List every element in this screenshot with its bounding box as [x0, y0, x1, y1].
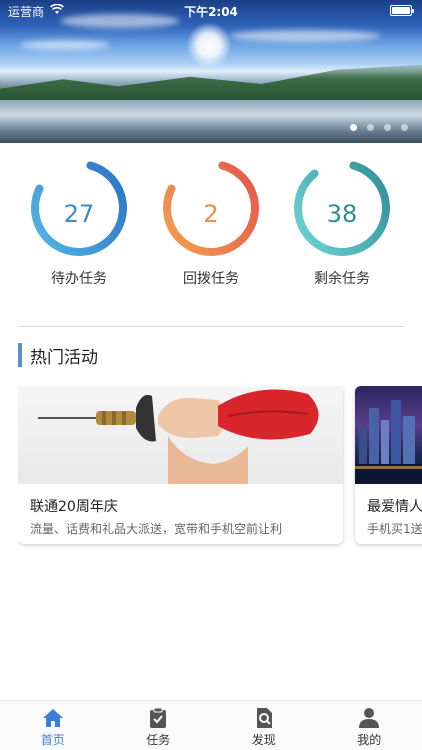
- activity-card[interactable]: 最爱情人 手机买1送: [355, 386, 422, 544]
- section-accent-bar: [18, 343, 22, 367]
- tab-home[interactable]: 首页: [0, 701, 106, 750]
- stat-callback[interactable]: 2 回拨任务: [156, 156, 266, 288]
- clipboard-icon: [150, 707, 167, 728]
- stat-remaining[interactable]: 38 剩余任务: [287, 156, 397, 288]
- banner-cloud: [20, 40, 110, 50]
- activity-title: 最爱情人: [367, 499, 422, 515]
- page-dot[interactable]: [384, 124, 391, 131]
- stat-label: 剩余任务: [314, 271, 370, 287]
- activity-card[interactable]: 联通20周年庆 流量、话费和礼品大派送，宽带和手机空前让利: [18, 386, 343, 544]
- banner-cloud: [230, 30, 380, 42]
- user-icon: [359, 708, 380, 728]
- page-dot[interactable]: [350, 124, 357, 131]
- banner-lake: [0, 100, 422, 143]
- tab-label: 任务: [146, 733, 171, 747]
- tab-label: 我的: [357, 733, 382, 747]
- search-document-icon: [256, 708, 272, 728]
- battery-icon: [390, 5, 414, 16]
- tab-discover[interactable]: 发现: [211, 701, 317, 750]
- page-dot[interactable]: [401, 124, 408, 131]
- bottom-tab-bar: 首页 任务 发现 我的: [0, 700, 422, 750]
- status-time: 下午2:04: [184, 5, 238, 19]
- activity-description: 流量、话费和礼品大派送，宽带和手机空前让利: [30, 522, 283, 536]
- stat-label: 待办任务: [51, 271, 107, 287]
- tab-mine[interactable]: 我的: [317, 701, 422, 750]
- activity-image-dart: [18, 386, 343, 484]
- status-bar: 运营商 下午2:04: [0, 0, 422, 22]
- banner-sun: [186, 22, 232, 68]
- tab-tasks[interactable]: 任务: [106, 701, 212, 750]
- stat-value: 38: [326, 200, 358, 228]
- page-dot[interactable]: [367, 124, 374, 131]
- stat-value: 2: [203, 200, 219, 228]
- stat-label: 回拨任务: [183, 271, 239, 287]
- city-skyline-illustration: [355, 400, 422, 484]
- stat-pending[interactable]: 27 待办任务: [24, 156, 134, 288]
- tab-label: 首页: [40, 733, 65, 747]
- hot-activities-header: 热门活动: [18, 342, 98, 368]
- activity-carousel[interactable]: 联通20周年庆 流量、话费和礼品大派送，宽带和手机空前让利 最爱情人 手机买1送: [18, 386, 422, 548]
- stat-value: 27: [63, 200, 95, 228]
- home-icon: [42, 709, 63, 727]
- tab-label: 发现: [251, 733, 276, 747]
- section-title: 热门活动: [30, 347, 98, 368]
- dart-illustration: [38, 389, 319, 484]
- activity-description: 手机买1送: [367, 522, 422, 536]
- activity-image-city: [355, 386, 422, 484]
- banner-page-indicator[interactable]: [350, 124, 408, 131]
- activity-title: 联通20周年庆: [30, 499, 118, 515]
- task-stats: 27 待办任务 2 回拨任务 38 剩余任务: [0, 150, 422, 290]
- section-divider: [18, 326, 404, 327]
